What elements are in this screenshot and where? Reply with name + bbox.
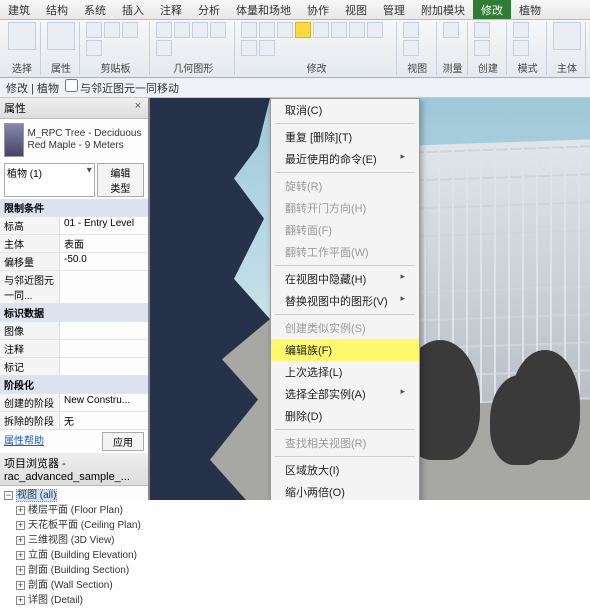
context-menu-item[interactable]: 在视图中隐藏(H) <box>271 268 419 290</box>
menu-tab[interactable]: 修改 <box>473 0 511 19</box>
context-menu-item[interactable]: 选择全部实例(A) <box>271 383 419 405</box>
expand-icon[interactable]: + <box>16 551 25 560</box>
tree-item[interactable]: +立面 (Building Elevation) <box>4 548 144 563</box>
context-menu-item: 旋转(R) <box>271 175 419 197</box>
property-value[interactable]: 01 - Entry Level <box>60 217 148 234</box>
menu-tab[interactable]: 体量和场地 <box>228 0 299 19</box>
move-icon[interactable] <box>295 22 311 38</box>
context-menu-item[interactable]: 缩小两倍(O) <box>271 481 419 500</box>
property-value[interactable] <box>60 322 148 339</box>
expand-icon[interactable]: + <box>16 536 25 545</box>
menu-tab[interactable]: 插入 <box>114 0 152 19</box>
menu-tab[interactable]: 植物 <box>511 0 549 19</box>
edit-host-icon[interactable] <box>553 22 581 50</box>
project-browser-tree[interactable]: −视图 (all) +楼层平面 (Floor Plan)+天花板平面 (Ceil… <box>0 486 148 610</box>
property-value[interactable]: 表面 <box>60 235 148 252</box>
context-menu-item: 翻转面(F) <box>271 219 419 241</box>
context-menu-item: 查找相关视图(R) <box>271 432 419 454</box>
tree-item[interactable]: +天花板平面 (Ceiling Plan) <box>4 518 144 533</box>
context-menu-item[interactable]: 删除(D) <box>271 405 419 427</box>
menu-tab[interactable]: 建筑 <box>0 0 38 19</box>
move-with-nearby-checkbox[interactable]: 与邻近图元一同移动 <box>65 79 179 96</box>
apply-button[interactable]: 应用 <box>102 432 144 451</box>
expand-icon[interactable]: + <box>16 521 25 530</box>
tree-item[interactable]: +三维视图 (3D View) <box>4 533 144 548</box>
tree-item[interactable]: +详图 (Detail) <box>4 593 144 608</box>
context-menu-item[interactable]: 取消(C) <box>271 99 419 121</box>
menu-tab[interactable]: 结构 <box>38 0 76 19</box>
menu-bar: 建筑结构系统插入注释分析体量和场地协作视图管理附加模块修改植物 <box>0 0 590 20</box>
context-menu: 取消(C)重复 [删除](T)最近使用的命令(E)旋转(R)翻转开门方向(H)翻… <box>270 98 420 500</box>
expand-icon[interactable]: + <box>16 566 25 575</box>
expand-icon[interactable]: + <box>16 506 25 515</box>
menu-tab[interactable]: 系统 <box>76 0 114 19</box>
context-menu-item: 翻转开门方向(H) <box>271 197 419 219</box>
type-thumbnail <box>4 123 24 157</box>
property-value[interactable] <box>60 358 148 375</box>
edit-type-button[interactable]: 编辑类型 <box>97 163 144 197</box>
property-value[interactable] <box>60 271 148 303</box>
3d-viewport[interactable]: 取消(C)重复 [删除](T)最近使用的命令(E)旋转(R)翻转开门方向(H)翻… <box>150 98 590 500</box>
property-value[interactable]: 无 <box>60 412 148 429</box>
properties-help-link[interactable]: 属性帮助 <box>4 432 44 451</box>
menu-tab[interactable]: 视图 <box>337 0 375 19</box>
type-selector[interactable]: 植物 (1) <box>4 163 95 197</box>
context-menu-item[interactable]: 重复 [删除](T) <box>271 126 419 148</box>
property-value[interactable] <box>60 340 148 357</box>
property-value[interactable]: New Constru... <box>60 394 148 411</box>
menu-tab[interactable]: 协作 <box>299 0 337 19</box>
context-menu-item[interactable]: 区域放大(I) <box>271 459 419 481</box>
context-menu-item[interactable]: 编辑族(F) <box>271 339 419 361</box>
context-menu-item: 创建类似实例(S) <box>271 317 419 339</box>
clipboard-icon[interactable] <box>86 22 102 38</box>
expand-icon[interactable]: + <box>16 581 25 590</box>
property-value[interactable]: -50.0 <box>60 253 148 270</box>
context-menu-item[interactable]: 最近使用的命令(E) <box>271 148 419 170</box>
ribbon-group-label: 选择 <box>8 60 36 75</box>
tree-item[interactable]: +楼层平面 (Floor Plan) <box>4 503 144 518</box>
menu-tab[interactable]: 注释 <box>152 0 190 19</box>
properties-panel-title: 属性× <box>0 98 148 119</box>
close-icon[interactable]: × <box>132 100 144 116</box>
tree-item[interactable]: +剖面 (Wall Section) <box>4 578 144 593</box>
project-browser-title: 项目浏览器 - rac_advanced_sample_... <box>0 453 148 486</box>
expand-icon[interactable]: + <box>16 596 25 605</box>
type-name: M_RPC Tree - Deciduous Red Maple - 9 Met… <box>28 128 144 152</box>
menu-tab[interactable]: 管理 <box>375 0 413 19</box>
expand-icon[interactable]: − <box>4 491 13 500</box>
context-menu-item[interactable]: 替换视图中的图形(V) <box>271 290 419 312</box>
options-context-label: 修改 | 植物 <box>6 80 59 96</box>
options-bar: 修改 | 植物 与邻近图元一同移动 <box>0 78 590 98</box>
tree-root[interactable]: 视图 (all) <box>16 489 57 502</box>
ribbon: 选择 属性 剪贴板 几何图形 修改 视图 测量 创建 模式 主体 <box>0 20 590 78</box>
context-menu-item: 翻转工作平面(W) <box>271 241 419 263</box>
tree-item[interactable]: +剖面 (Building Section) <box>4 563 144 578</box>
menu-tab[interactable]: 附加模块 <box>413 0 473 19</box>
modify-tool-icon[interactable] <box>8 22 36 50</box>
context-menu-item[interactable]: 上次选择(L) <box>271 361 419 383</box>
menu-tab[interactable]: 分析 <box>190 0 228 19</box>
properties-icon[interactable] <box>47 22 75 50</box>
